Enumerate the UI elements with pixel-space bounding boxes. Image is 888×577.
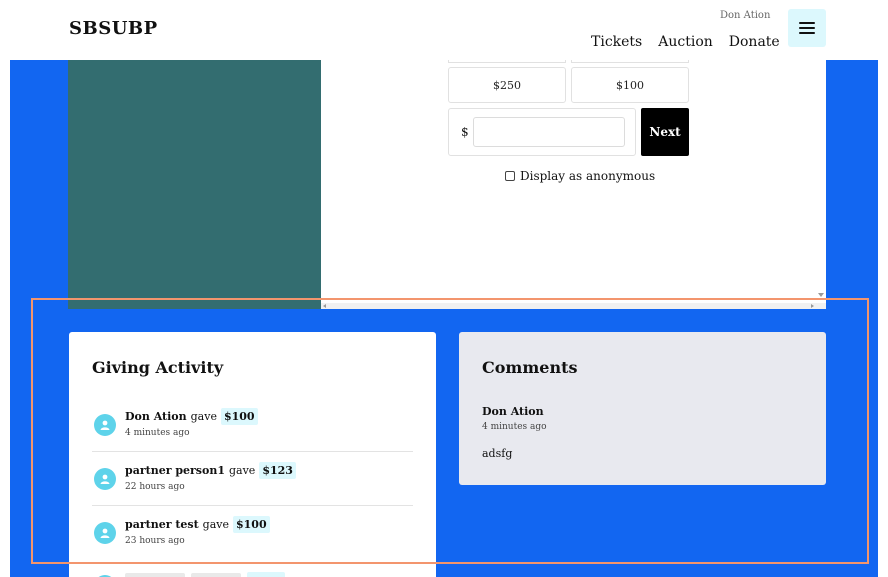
donor-avatar-icon	[94, 522, 116, 544]
next-button[interactable]: Next	[641, 108, 689, 156]
campaign-image	[68, 60, 321, 309]
gave-text: gave	[202, 518, 229, 531]
comment-time: 4 minutes ago	[482, 422, 547, 432]
activity-time: 4 minutes ago	[125, 428, 190, 438]
custom-amount-group: $	[448, 108, 636, 156]
custom-amount-input[interactable]	[473, 117, 625, 147]
menu-button[interactable]	[788, 9, 826, 47]
activity-item: Don Ation gave $100 4 minutes ago	[92, 398, 413, 452]
gave-text: gave	[190, 410, 217, 423]
cut-off-text	[191, 573, 241, 577]
giving-activity-title: Giving Activity	[92, 358, 224, 377]
main-nav: Tickets Auction Donate	[591, 34, 780, 50]
anonymous-label: Display as anonymous	[520, 169, 656, 183]
cut-off-text	[125, 573, 185, 577]
giving-activity-card: Giving Activity Don Ation gave $100 4 mi…	[69, 332, 436, 577]
hamburger-icon	[799, 22, 815, 34]
scroll-down-arrow-icon[interactable]	[818, 293, 824, 297]
gave-text: gave	[228, 464, 256, 477]
comments-card: Comments Don Ation 4 minutes ago adsfg	[459, 332, 826, 485]
amount-button-100[interactable]: $100	[571, 67, 689, 103]
horizontal-scrollbar[interactable]	[321, 303, 826, 309]
amount-button-edge	[571, 60, 689, 63]
site-header: SBSUBP Don Ation Tickets Auction Donate	[0, 0, 888, 60]
cut-off-badge	[247, 572, 285, 577]
donor-avatar-icon	[94, 414, 116, 436]
donor-name[interactable]: partner person1	[125, 464, 225, 477]
donor-avatar-icon	[94, 468, 116, 490]
nav-tickets[interactable]: Tickets	[591, 34, 642, 50]
anonymous-checkbox[interactable]	[505, 171, 515, 181]
amount-badge: $100	[220, 408, 258, 425]
scroll-left-arrow-icon[interactable]	[323, 304, 326, 308]
activity-item-partial	[92, 572, 413, 577]
nav-auction[interactable]: Auction	[658, 34, 713, 50]
user-name[interactable]: Don Ation	[720, 10, 770, 21]
amount-button-edge	[448, 60, 566, 63]
amount-button-250[interactable]: $250	[448, 67, 566, 103]
activity-time: 23 hours ago	[125, 536, 185, 546]
brand-logo[interactable]: SBSUBP	[69, 18, 158, 39]
donor-name[interactable]: Don Ation	[125, 410, 187, 423]
activity-item: partner person1 gave $123 22 hours ago	[92, 452, 413, 506]
currency-symbol: $	[461, 125, 469, 139]
amount-badge: $100	[233, 516, 270, 533]
nav-donate[interactable]: Donate	[729, 34, 780, 50]
comments-title: Comments	[482, 358, 578, 377]
donor-name[interactable]: partner test	[125, 518, 199, 531]
comment-author[interactable]: Don Ation	[482, 405, 544, 418]
scroll-right-arrow-icon[interactable]	[811, 304, 814, 308]
activity-item: partner test gave $100 23 hours ago	[92, 506, 413, 560]
amount-badge: $123	[259, 462, 296, 479]
donation-panel[interactable]: $250 $100 $ Next Display as anonymous	[321, 60, 826, 309]
comment-text: adsfg	[482, 447, 513, 460]
anonymous-option[interactable]: Display as anonymous	[505, 169, 655, 183]
activity-time: 22 hours ago	[125, 482, 185, 492]
